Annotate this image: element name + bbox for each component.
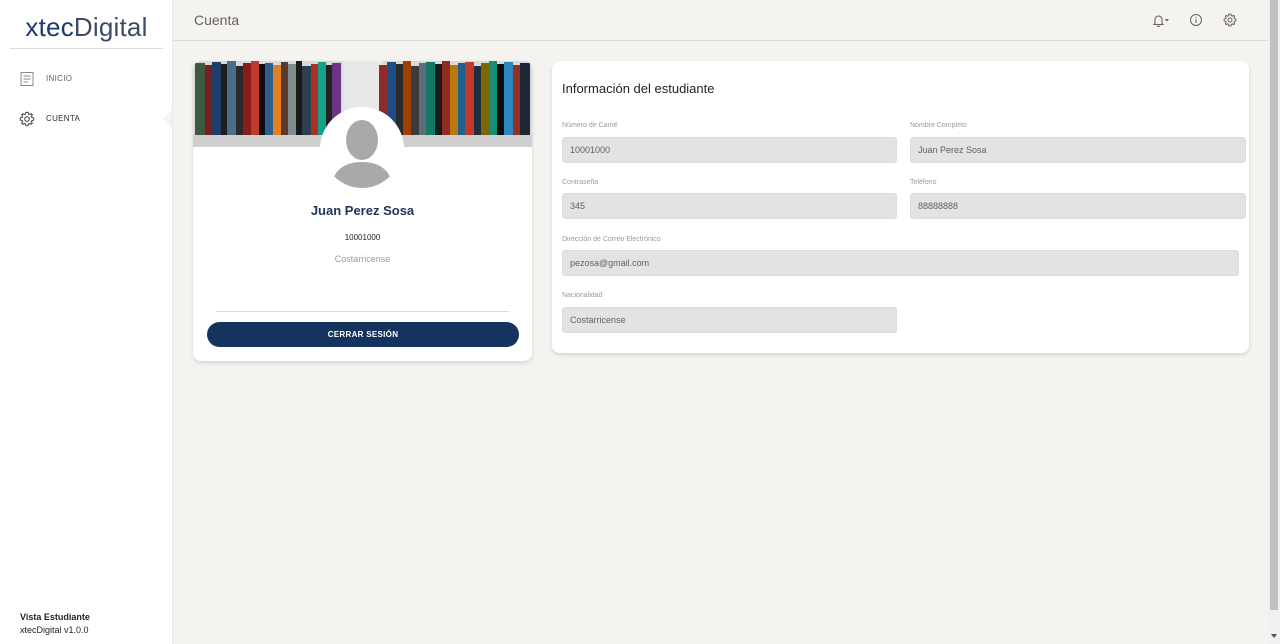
avatar: [320, 107, 404, 191]
telefono-label: Teléfono: [910, 179, 937, 186]
books-right: [379, 61, 530, 135]
info-icon[interactable]: [1189, 13, 1203, 27]
profile-name: Juan Perez Sosa: [310, 203, 415, 218]
settings-gear-icon[interactable]: [1223, 13, 1237, 27]
carne-label: Número de Carné: [562, 122, 618, 129]
page-scrollbar[interactable]: [1268, 0, 1280, 644]
password-field[interactable]: 345: [562, 193, 897, 219]
profile-nationality: Costarricense: [334, 254, 391, 264]
profile-card: Juan Perez Sosa 10001000 Costarricense C…: [193, 61, 532, 361]
logout-button[interactable]: CERRAR SESIÓN: [207, 322, 519, 347]
nombre-field[interactable]: Juan Perez Sosa: [910, 137, 1246, 163]
version-label: xtecDigital v1.0.0: [20, 625, 89, 635]
page-title: Cuenta: [194, 12, 240, 28]
top-navbar: Cuenta: [173, 0, 1268, 41]
scrollbar-thumb[interactable]: [1270, 0, 1278, 610]
nacionalidad-label: Nacionalidad: [562, 292, 603, 299]
sidebar-item-inicio[interactable]: INICIO: [0, 65, 173, 93]
section-title: Información del estudiante: [562, 81, 715, 96]
scroll-down-arrow-icon[interactable]: [1271, 634, 1277, 638]
bell-icon[interactable]: [1151, 13, 1171, 27]
sidebar-footer: Vista Estudiante xtecDigital v1.0.0: [20, 612, 90, 635]
gear-icon: [19, 111, 35, 127]
nacionalidad-field[interactable]: Costarricense: [562, 307, 897, 333]
divider: [216, 311, 509, 312]
logo-text-xtec: xtec: [25, 12, 74, 42]
email-field[interactable]: pezosa@gmail.com: [562, 250, 1239, 276]
user-silhouette-icon: [323, 110, 401, 188]
email-label: Dirección de Correo Electrónico: [562, 236, 661, 243]
carne-field[interactable]: 10001000: [562, 137, 897, 163]
nombre-label: Nombre Completo: [910, 122, 967, 129]
books-left: [195, 61, 341, 135]
sidebar-item-cuenta[interactable]: CUENTA: [0, 105, 173, 133]
password-label: Contraseña: [562, 179, 599, 186]
logo-text-digital: Digital: [73, 12, 148, 42]
sidebar: xtecDigital INICIO CUENTA Vista Estudian…: [0, 0, 173, 644]
sidebar-item-label: INICIO: [46, 74, 73, 83]
profile-id: 10001000: [344, 233, 381, 242]
telefono-field[interactable]: 88888888: [910, 193, 1246, 219]
active-item-indicator: [163, 110, 172, 128]
role-label: Vista Estudiante: [20, 612, 90, 622]
student-info-card: Información del estudiante Número de Car…: [552, 61, 1249, 353]
app-logo[interactable]: xtecDigital: [10, 12, 163, 49]
sidebar-item-label: CUENTA: [46, 114, 81, 123]
document-icon: [20, 72, 34, 86]
